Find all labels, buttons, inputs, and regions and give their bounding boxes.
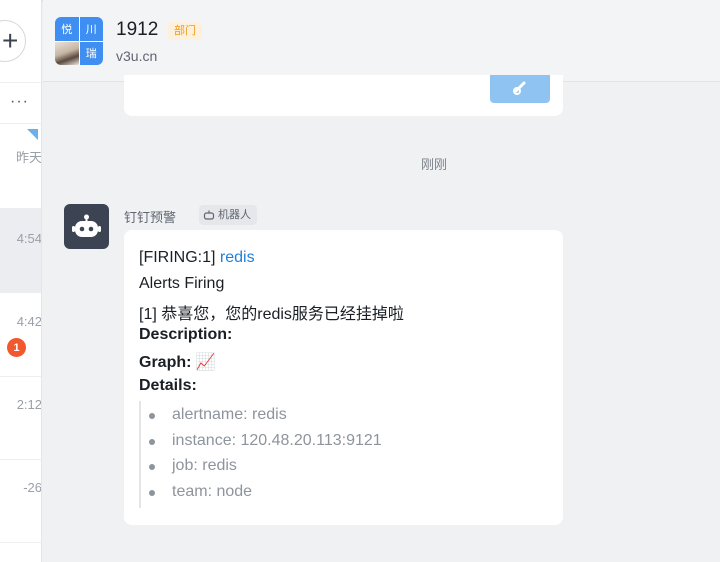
link-icon <box>512 79 530 102</box>
detail-item: job: redis <box>172 457 237 474</box>
graph-label: Graph: <box>139 354 192 371</box>
conversation-time: 4:54 <box>16 231 42 246</box>
avatar-cell: 悦 <box>55 17 79 41</box>
robot-small-icon <box>203 210 215 220</box>
redis-link[interactable]: redis <box>220 249 255 266</box>
alerts-heading: Alerts Firing <box>139 275 225 292</box>
details-label: Details: <box>139 377 197 394</box>
pin-flag-icon <box>27 129 38 140</box>
sender-name[interactable]: 钉钉预警 <box>124 207 176 226</box>
time-divider: 刚刚 <box>420 157 447 172</box>
add-button[interactable]: + <box>0 20 26 62</box>
avatar-cell: 瑞 <box>79 41 103 65</box>
plus-icon: + <box>2 25 19 56</box>
alert-summary: [1] 恭喜您，您的redis服务已经挂掉啦 <box>139 306 404 323</box>
department-badge: 部门 <box>168 22 202 40</box>
detail-item: alertname: redis <box>172 406 287 423</box>
avatar-cell: 川 <box>79 17 103 41</box>
chat-subtitle: v3u.cn <box>116 48 158 64</box>
robot-icon <box>72 214 101 237</box>
bullet-icon <box>149 413 155 419</box>
avatar-photo <box>55 41 79 65</box>
robot-tag: 机器人 <box>199 205 257 225</box>
firing-line: [FIRING:1] redis <box>139 249 255 267</box>
conversation-item-selected[interactable]: 4:54 <box>0 209 42 293</box>
detail-item: instance: 120.48.20.113:9121 <box>172 432 382 449</box>
detail-item: team: node <box>172 483 253 500</box>
chart-increasing-icon[interactable]: 📈 <box>196 354 216 371</box>
chat-header: 悦 川 瑞 1912 部门 v3u.cn <box>43 0 720 82</box>
firing-prefix: [FIRING:1] <box>139 249 216 266</box>
conversation-time: -26 <box>23 480 42 495</box>
conversation-sidebar: + ··· 昨天 4:54 4:42 1 2:12 -26 <box>0 0 42 562</box>
graph-line: Graph: 📈 <box>139 352 216 372</box>
more-row[interactable]: ··· <box>0 82 41 124</box>
bullet-icon <box>149 439 155 445</box>
conversation-item[interactable]: -26 <box>0 460 42 543</box>
description-label: Description: <box>139 326 233 343</box>
alert-message-card: [FIRING:1] redis Alerts Firing [1] 恭喜您，您… <box>124 230 563 525</box>
conversation-item[interactable]: 4:42 1 <box>0 293 42 377</box>
unread-badge: 1 <box>7 338 26 357</box>
conversation-time: 4:42 <box>16 314 42 329</box>
bullet-icon <box>149 490 155 496</box>
robot-tag-label: 机器人 <box>218 209 251 221</box>
bot-avatar[interactable] <box>64 204 109 249</box>
conversation-item[interactable]: 2:12 <box>0 377 42 460</box>
bullet-icon <box>149 464 155 470</box>
group-avatar[interactable]: 悦 川 瑞 <box>55 17 103 65</box>
details-list: alertname: redis instance: 120.48.20.113… <box>139 401 419 508</box>
previous-message-card <box>124 75 563 116</box>
previous-card-button[interactable] <box>490 75 550 103</box>
more-icon: ··· <box>10 93 29 110</box>
conversation-time: 2:12 <box>16 397 42 412</box>
chat-title[interactable]: 1912 <box>116 19 158 41</box>
